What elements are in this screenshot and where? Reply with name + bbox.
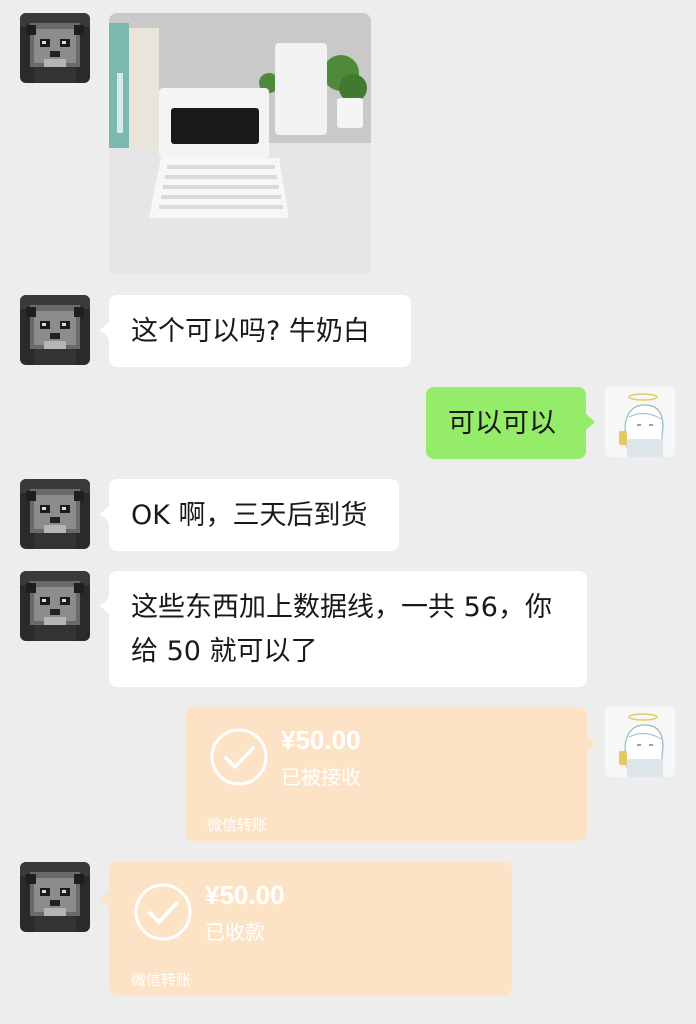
contact-avatar[interactable] <box>20 295 90 365</box>
transfer-footer: 微信转账 <box>207 816 268 834</box>
pixel-panda-avatar-icon <box>20 571 90 641</box>
message-text-line: 给 50 就可以了 <box>131 636 318 667</box>
anime-angel-avatar-icon <box>605 387 675 457</box>
message-bubble[interactable]: 这些东西加上数据线，一共 56，你 给 50 就可以了 <box>100 571 587 687</box>
message-text-line: 这些东西加上数据线，一共 56，你 <box>131 592 552 623</box>
anime-angel-avatar-icon <box>605 707 675 777</box>
pixel-panda-avatar-icon <box>20 862 90 932</box>
pixel-panda-avatar-icon <box>20 479 90 549</box>
transfer-status: 已收款 <box>205 920 265 944</box>
transfer-footer: 微信转账 <box>131 971 192 989</box>
image-message[interactable] <box>109 13 371 274</box>
message-text: OK 啊，三天后到货 <box>131 500 368 531</box>
message-bubble[interactable]: 这个可以吗? 牛奶白 <box>100 295 411 367</box>
transfer-status: 已被接收 <box>281 765 361 789</box>
message-text: 这个可以吗? 牛奶白 <box>131 316 370 347</box>
transfer-card-received[interactable]: ¥50.00 已收款 微信转账 <box>100 862 512 996</box>
transfer-amount: ¥50.00 <box>205 880 285 910</box>
pixel-panda-avatar-icon <box>20 13 90 83</box>
contact-avatar[interactable] <box>20 571 90 641</box>
check-circle-icon <box>210 728 268 786</box>
contact-avatar[interactable] <box>20 479 90 549</box>
pixel-panda-avatar-icon <box>20 295 90 365</box>
transfer-amount: ¥50.00 <box>281 725 361 755</box>
message-bubble-self[interactable]: 可以可以 <box>426 387 595 459</box>
message-text: 可以可以 <box>448 408 556 439</box>
keyboard-case-photo <box>109 13 371 274</box>
self-avatar[interactable] <box>605 387 675 457</box>
contact-avatar[interactable] <box>20 862 90 932</box>
transfer-card-sent[interactable]: ¥50.00 已被接收 微信转账 <box>185 707 596 841</box>
check-circle-icon <box>134 883 192 941</box>
contact-avatar[interactable] <box>20 13 90 83</box>
message-bubble[interactable]: OK 啊，三天后到货 <box>100 479 399 551</box>
self-avatar[interactable] <box>605 707 675 777</box>
